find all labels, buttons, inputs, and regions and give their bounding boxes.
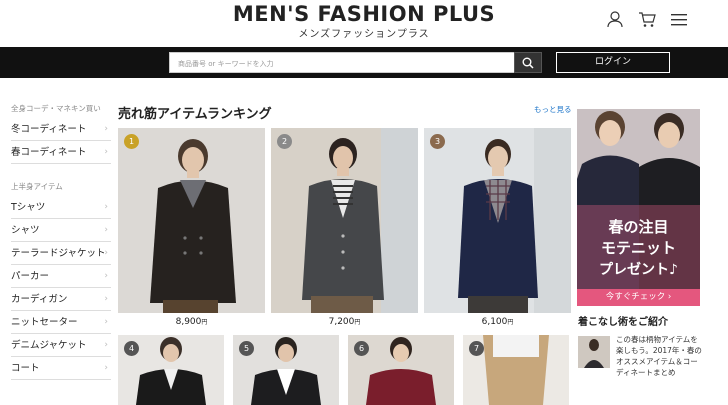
chevron-right-icon: › bbox=[104, 271, 108, 281]
chevron-right-icon: › bbox=[104, 317, 108, 327]
product-price: 8,900円 bbox=[175, 317, 208, 327]
rank-badge: 1 bbox=[124, 134, 139, 149]
rank-badge: 2 bbox=[277, 134, 292, 149]
rank-badge: 7 bbox=[469, 341, 484, 356]
cart-icon[interactable] bbox=[638, 10, 656, 28]
search-icon bbox=[522, 57, 534, 69]
chevron-right-icon: › bbox=[104, 147, 108, 157]
login-button[interactable]: ログイン bbox=[556, 52, 670, 73]
search-bar: 商品番号 or キーワードを入力 ログイン bbox=[0, 47, 728, 78]
product-price: 7,200円 bbox=[328, 317, 361, 327]
product-card-6[interactable]: 6 bbox=[348, 335, 454, 405]
product-card-1[interactable]: 1 bbox=[118, 128, 265, 313]
menu-icon[interactable] bbox=[670, 10, 688, 28]
sidebar-item-winter-coord[interactable]: 冬コーディネート › bbox=[11, 118, 111, 141]
product-card-7[interactable]: 7 bbox=[463, 335, 569, 405]
rank-badge: 6 bbox=[354, 341, 369, 356]
product-card-2[interactable]: 2 bbox=[271, 128, 418, 313]
sidebar: 全身コーデ・マネキン買い 冬コーディネート › 春コーディネート › 上半身アイテム… bbox=[11, 100, 111, 380]
sidebar-item-tshirt[interactable]: Tシャツ › bbox=[11, 196, 111, 219]
sidebar-item-coat[interactable]: コート › bbox=[11, 357, 111, 380]
sidebar-item-cardigan[interactable]: カーディガン › bbox=[11, 288, 111, 311]
search-input[interactable]: 商品番号 or キーワードを入力 bbox=[169, 52, 515, 73]
chevron-right-icon: › bbox=[104, 202, 108, 212]
chevron-right-icon: › bbox=[104, 340, 108, 350]
chevron-right-icon: › bbox=[104, 248, 108, 258]
sidebar-item-knit-sweater[interactable]: ニットセーター › bbox=[11, 311, 111, 334]
rank-badge: 5 bbox=[239, 341, 254, 356]
search-button[interactable] bbox=[514, 52, 542, 73]
product-image bbox=[271, 128, 418, 313]
sidebar-item-shirt[interactable]: シャツ › bbox=[11, 219, 111, 242]
product-price: 6,100円 bbox=[481, 317, 514, 327]
sidebar-item-tailored-jacket[interactable]: テーラードジャケット › bbox=[11, 242, 111, 265]
rank-badge: 4 bbox=[124, 341, 139, 356]
promo-banner[interactable]: 春の注目 モテニット プレゼント♪ 今すぐチェック › bbox=[577, 109, 700, 306]
product-card-5[interactable]: 5 bbox=[233, 335, 339, 405]
chevron-right-icon: › bbox=[104, 294, 108, 304]
product-image bbox=[424, 128, 571, 313]
site-header: MEN'S FASHION PLUS メンズファッションプラス bbox=[0, 0, 728, 47]
chevron-right-icon: › bbox=[104, 225, 108, 235]
sidebar-item-spring-coord[interactable]: 春コーディネート › bbox=[11, 141, 111, 164]
user-icon[interactable] bbox=[606, 10, 624, 28]
banner-line2: モテニット bbox=[600, 239, 676, 257]
header-icons bbox=[606, 10, 688, 28]
banner-line3: プレゼント♪ bbox=[599, 262, 678, 278]
more-link[interactable]: もっと見る bbox=[534, 104, 572, 115]
product-card-4[interactable]: 4 bbox=[118, 335, 224, 405]
banner-line1: 春の注目 bbox=[608, 218, 669, 236]
sidebar-item-denim-jacket[interactable]: デニムジャケット › bbox=[11, 334, 111, 357]
sidebar-item-hoodie[interactable]: パーカー › bbox=[11, 265, 111, 288]
article-text: この春は柄物アイテムを楽しもう。2017年・春のオススメアイテム＆コーディネート… bbox=[616, 335, 702, 377]
sidebar-heading: 上半身アイテム bbox=[11, 182, 63, 191]
coordinate-title: 着こなし術をご紹介 bbox=[578, 317, 668, 328]
product-image bbox=[118, 128, 265, 313]
article-item[interactable]: この春は柄物アイテムを楽しもう。2017年・春のオススメアイテム＆コーディネート… bbox=[578, 334, 703, 394]
ranking-title: 売れ筋アイテムランキング bbox=[118, 107, 272, 122]
chevron-right-icon: › bbox=[104, 363, 108, 373]
banner-cta[interactable]: 今すぐチェック › bbox=[577, 289, 700, 306]
chevron-right-icon: › bbox=[104, 124, 108, 134]
product-card-3[interactable]: 3 bbox=[424, 128, 571, 313]
rank-badge: 3 bbox=[430, 134, 445, 149]
sidebar-heading: 全身コーデ・マネキン買い bbox=[11, 104, 101, 113]
article-thumbnail bbox=[578, 336, 610, 368]
